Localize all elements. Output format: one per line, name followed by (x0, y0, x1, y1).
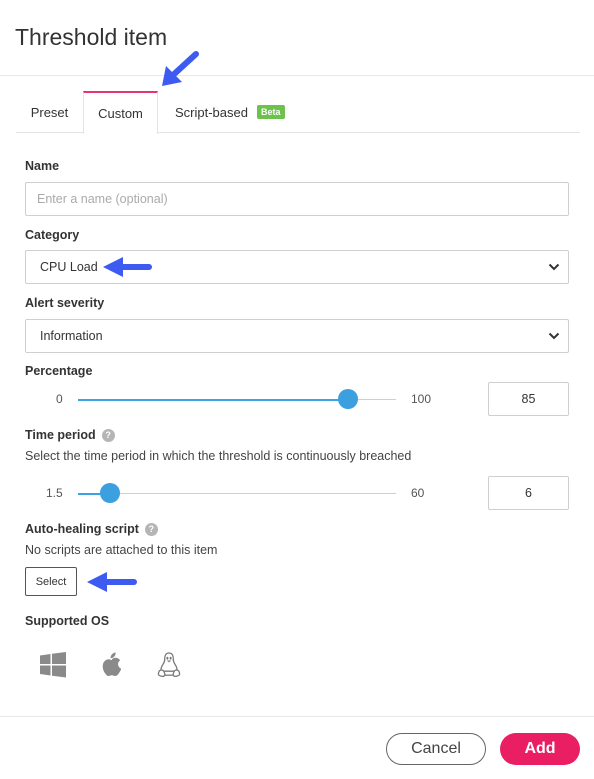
alert-severity-select-value: Information (40, 329, 103, 343)
percentage-slider-fill (78, 398, 349, 401)
time-period-label: Time period? (25, 428, 115, 442)
category-select-value: CPU Load (40, 260, 98, 274)
title-divider (0, 75, 594, 76)
alert-severity-label: Alert severity (25, 296, 105, 310)
alert-severity-select[interactable]: Information (25, 319, 569, 353)
chevron-down-icon (548, 263, 560, 271)
percentage-value-input[interactable] (488, 382, 569, 416)
auto-healing-status: No scripts are attached to this item (25, 543, 218, 557)
percentage-max: 100 (411, 392, 432, 406)
annotation-arrow-icon (162, 51, 199, 86)
apple-icon (102, 652, 122, 677)
time-period-slider-thumb[interactable] (99, 483, 120, 503)
category-label: Category (25, 228, 80, 242)
cancel-button[interactable]: Cancel (386, 733, 486, 765)
time-period-label-text: Time period (25, 428, 96, 442)
time-period-description: Select the time period in which the thre… (25, 449, 412, 463)
beta-badge: Beta (256, 105, 285, 119)
add-button[interactable]: Add (500, 733, 580, 765)
help-icon[interactable]: ? (144, 523, 158, 536)
percentage-min: 0 (56, 392, 63, 406)
footer-divider (0, 716, 594, 717)
name-input[interactable] (25, 182, 569, 216)
time-period-value-input[interactable] (488, 476, 569, 510)
tab-custom[interactable]: Custom (83, 91, 158, 134)
annotation-arrow-icon (87, 572, 137, 592)
tab-bar: Preset Custom Script-based Beta (16, 91, 580, 134)
tab-custom-label: Custom (98, 106, 143, 121)
percentage-slider-thumb[interactable] (338, 389, 359, 409)
annotation-arrow-icon (103, 257, 152, 277)
windows-icon (40, 652, 66, 678)
tab-script-based[interactable]: Script-based Beta (162, 91, 302, 133)
time-period-min: 1.5 (46, 486, 63, 500)
auto-healing-label-text: Auto-healing script (25, 522, 139, 536)
supported-os-label: Supported OS (25, 614, 110, 628)
tab-preset-label: Preset (30, 104, 69, 120)
linux-icon (157, 652, 181, 678)
auto-healing-label: Auto-healing script? (25, 522, 158, 536)
time-period-max: 60 (411, 486, 425, 500)
chevron-down-icon (548, 332, 560, 340)
time-period-slider-track[interactable] (78, 483, 396, 503)
percentage-label: Percentage (25, 364, 93, 378)
select-script-button[interactable]: Select (25, 567, 77, 596)
tab-preset[interactable]: Preset (16, 91, 83, 133)
name-label: Name (25, 159, 60, 173)
help-icon[interactable]: ? (101, 429, 115, 442)
tab-script-based-label: Script-based (175, 104, 248, 120)
dialog-title: Threshold item (15, 24, 168, 50)
percentage-slider-track[interactable] (78, 389, 396, 409)
